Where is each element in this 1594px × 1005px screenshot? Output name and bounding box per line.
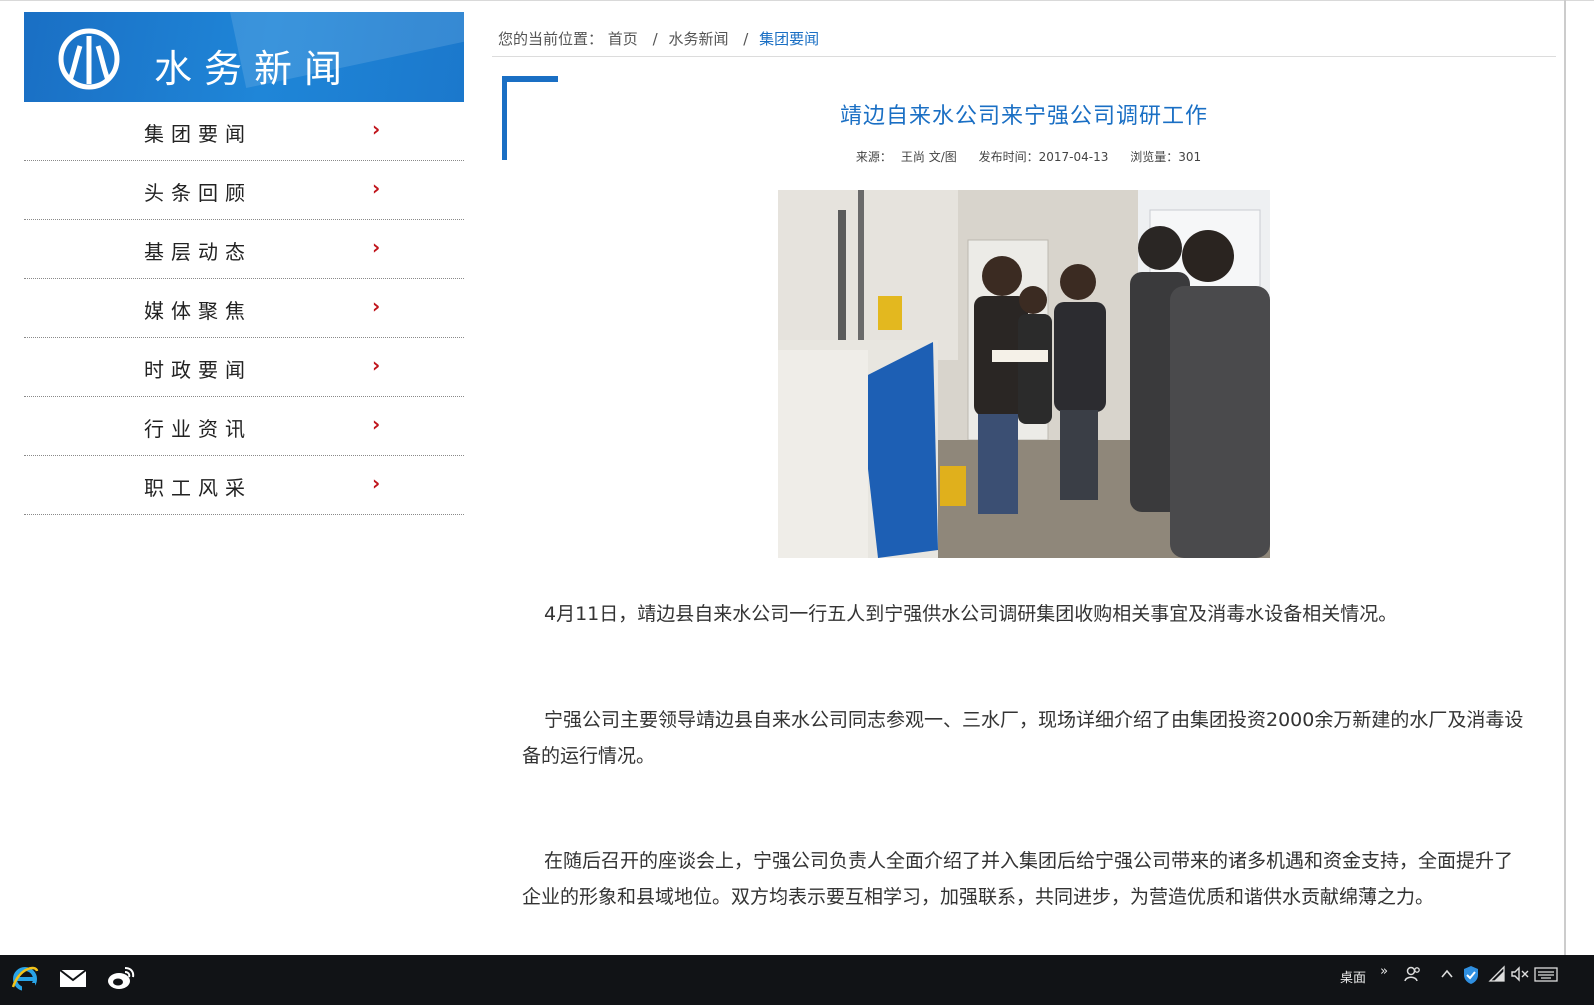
breadcrumb: 您的当前位置： 首页 / 水务新闻 / 集团要闻 (498, 28, 819, 49)
chevron-icon: » (1380, 964, 1389, 979)
sidebar-item-media[interactable]: 媒体聚焦 › (24, 279, 464, 338)
sidebar-item-label: 集团要闻 (144, 122, 252, 146)
chevron-right-icon: › (372, 294, 381, 318)
article-source: 来源： 王尚 文/图 (847, 150, 957, 164)
chevron-right-icon: › (372, 176, 381, 200)
volume-muted-icon[interactable] (1510, 965, 1530, 983)
sidebar-item-label: 头条回顾 (144, 181, 252, 205)
sidebar-menu: 集团要闻 › 头条回顾 › 基层动态 › 媒体聚焦 › 时政要闻 › 行业资讯 … (24, 102, 464, 515)
sidebar-item-grassroots[interactable]: 基层动态 › (24, 220, 464, 279)
article-photo (778, 190, 1270, 558)
breadcrumb-current[interactable]: 集团要闻 (759, 30, 819, 48)
sidebar-item-label: 时政要闻 (144, 358, 252, 382)
wifi-icon[interactable] (1488, 965, 1506, 983)
article-paragraph: 在随后召开的座谈会上，宁强公司负责人全面介绍了并入集团后给宁强公司带来的诸多机遇… (522, 850, 1514, 908)
chevron-right-icon: › (372, 412, 381, 436)
sidebar-item-staff[interactable]: 职工风采 › (24, 456, 464, 515)
sidebar-item-label: 行业资讯 (144, 417, 252, 441)
desktop-label: 桌面 (1340, 971, 1367, 986)
breadcrumb-separator: / (652, 30, 658, 48)
windows-taskbar: 桌面 » (0, 955, 1594, 1005)
keyboard-icon[interactable] (1534, 965, 1558, 983)
article-views: 浏览量：301 (1130, 150, 1201, 164)
breadcrumb-separator: / (743, 30, 749, 48)
mail-icon[interactable] (58, 963, 88, 993)
date-value: 2017-04-13 (1038, 150, 1109, 164)
sidebar-item-label: 基层动态 (144, 240, 252, 264)
chevron-right-icon: › (372, 235, 381, 259)
ie-icon[interactable] (10, 963, 40, 993)
water-logo-icon (58, 28, 120, 90)
sidebar-item-politics[interactable]: 时政要闻 › (24, 338, 464, 397)
page-right-border (1564, 0, 1566, 960)
breadcrumb-section[interactable]: 水务新闻 (668, 30, 728, 48)
chevron-up-icon[interactable] (1440, 965, 1454, 983)
sidebar-item-group-news[interactable]: 集团要闻 › (24, 102, 464, 161)
chevron-right-icon: › (372, 353, 381, 377)
source-label: 来源： (855, 150, 892, 164)
shield-icon[interactable] (1462, 965, 1480, 985)
views-label: 浏览量： (1130, 150, 1179, 164)
breadcrumb-prefix: 您的当前位置： (498, 30, 604, 48)
article-meta: 来源： 王尚 文/图 发布时间：2017-04-13 浏览量：301 (492, 148, 1556, 165)
top-border (0, 0, 1594, 1)
weibo-icon[interactable] (106, 963, 136, 993)
sidebar-banner: 水务新闻 (24, 12, 464, 102)
sidebar-item-industry[interactable]: 行业资讯 › (24, 397, 464, 456)
banner-title: 水务新闻 (154, 47, 355, 91)
chevron-right-icon: › (372, 117, 381, 141)
sidebar-item-headlines[interactable]: 头条回顾 › (24, 161, 464, 220)
article-paragraph: 4月11日，靖边县自来水公司一行五人到宁强供水公司调研集团收购相关事宜及消毒水设… (544, 603, 1398, 625)
people-icon[interactable] (1404, 965, 1422, 983)
source-value: 王尚 文/图 (900, 150, 957, 164)
desktop-toolbar-label[interactable]: 桌面 » (1340, 964, 1389, 986)
date-label: 发布时间： (978, 150, 1039, 164)
sidebar: 水务新闻 集团要闻 › 头条回顾 › 基层动态 › 媒体聚焦 › 时政要闻 › … (24, 12, 464, 515)
article-paragraph: 宁强公司主要领导靖边县自来水公司同志参观一、三水厂，现场详细介绍了由集团投资20… (522, 709, 1524, 767)
chevron-right-icon: › (372, 471, 381, 495)
sidebar-item-label: 职工风采 (144, 476, 252, 500)
views-value: 301 (1178, 150, 1202, 164)
article-title: 靖边自来水公司来宁强公司调研工作 (839, 104, 1208, 129)
sidebar-item-label: 媒体聚焦 (144, 299, 252, 323)
breadcrumb-divider (492, 56, 1556, 57)
article-date: 发布时间：2017-04-13 (979, 150, 1109, 164)
breadcrumb-home[interactable]: 首页 (608, 30, 638, 48)
